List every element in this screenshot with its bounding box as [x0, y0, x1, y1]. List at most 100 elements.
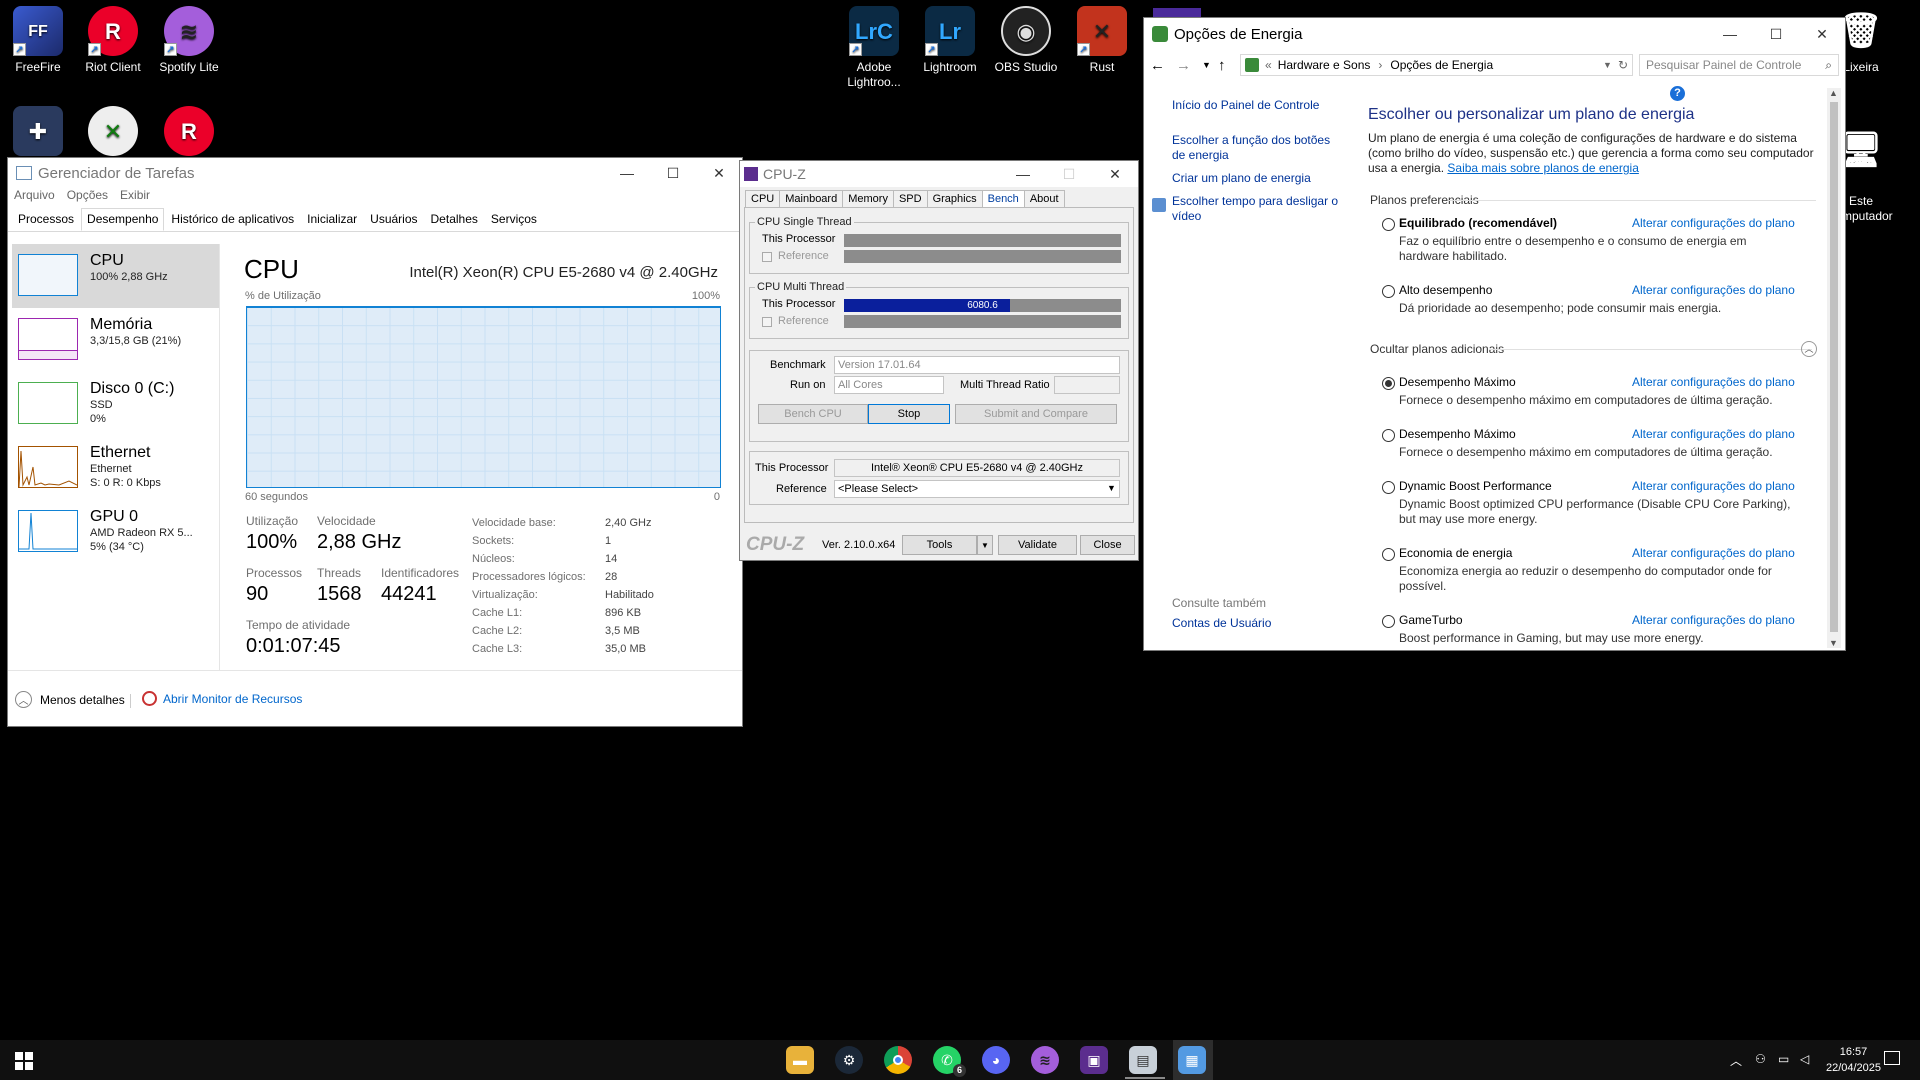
maximize-button[interactable]: ☐	[1046, 161, 1092, 187]
bench-cpu-button[interactable]: Bench CPU	[758, 404, 868, 424]
menu-item-arquivo[interactable]: Arquivo	[14, 188, 55, 206]
discord-icon[interactable]: ◕	[982, 1046, 1010, 1074]
reference-checkbox[interactable]	[762, 317, 772, 327]
scroll-down-icon[interactable]: ▼	[1829, 638, 1838, 648]
minimize-button[interactable]: —	[1707, 19, 1753, 49]
minimize-button[interactable]: —	[604, 158, 650, 188]
scrollbar-thumb[interactable]	[1830, 102, 1838, 632]
close-button[interactable]: ✕	[1092, 161, 1138, 187]
sidebar-item-ethernet[interactable]: Ethernet Ethernet S: 0 R: 0 Kbps	[12, 436, 220, 500]
run-on-select[interactable]: All Cores	[834, 376, 944, 394]
refresh-icon[interactable]: ↻	[1618, 58, 1628, 72]
change-plan-settings-link[interactable]: Alterar configurações do plano	[1632, 427, 1795, 441]
tab-spd[interactable]: SPD	[892, 190, 928, 207]
close-button[interactable]: Close	[1080, 535, 1135, 555]
change-plan-settings-link[interactable]: Alterar configurações do plano	[1632, 613, 1795, 627]
plan-radio[interactable]	[1382, 218, 1395, 231]
sidebar-item-disk[interactable]: Disco 0 (C:) SSD 0%	[12, 372, 220, 436]
reference-checkbox[interactable]	[762, 252, 772, 262]
tab-detalhes[interactable]: Detalhes	[425, 208, 484, 231]
menu-item-opcoes[interactable]: Opções	[67, 188, 108, 206]
validate-button[interactable]: Validate	[998, 535, 1077, 555]
tab-historico[interactable]: Histórico de aplicativos	[165, 208, 300, 231]
sidebar-item-gpu[interactable]: GPU 0 AMD Radeon RX 5... 5% (34 °C)	[12, 500, 220, 564]
stop-button[interactable]: Stop	[868, 404, 950, 424]
bluetooth-icon[interactable]: ⚇	[1755, 1052, 1766, 1066]
desktop-icon-riot[interactable]: R	[150, 106, 228, 160]
tools-button[interactable]: Tools	[902, 535, 977, 555]
left-link-home[interactable]: Início do Painel de Controle	[1172, 98, 1342, 113]
sidebar-item-cpu[interactable]: CPU 100% 2,88 GHz	[12, 244, 220, 308]
plan-radio[interactable]	[1382, 429, 1395, 442]
chevron-down-icon[interactable]: ▼	[1603, 60, 1612, 70]
plan-radio[interactable]	[1382, 285, 1395, 298]
forward-arrow-icon[interactable]: →	[1176, 57, 1202, 74]
address-bar[interactable]: « Hardware e Sons › Opções de Energia ▼ …	[1240, 54, 1633, 76]
breadcrumb-item[interactable]: Hardware e Sons	[1278, 58, 1371, 72]
network-icon[interactable]: ▭	[1778, 1052, 1789, 1066]
scrollbar[interactable]: ▲ ▼	[1827, 88, 1841, 648]
change-plan-settings-link[interactable]: Alterar configurações do plano	[1632, 546, 1795, 560]
chevron-up-icon[interactable]: ︿	[1801, 341, 1817, 357]
chevron-up-icon[interactable]: ︿	[1730, 1052, 1742, 1069]
user-accounts-link[interactable]: Contas de Usuário	[1172, 616, 1271, 630]
desktop-icon-riot-client[interactable]: R ↗ Riot Client	[74, 6, 152, 75]
desktop-icon-game[interactable]: ✚	[0, 106, 77, 160]
change-plan-settings-link[interactable]: Alterar configurações do plano	[1632, 375, 1795, 389]
plan-radio[interactable]	[1382, 615, 1395, 628]
desktop-icon-lightroom-classic[interactable]: LrC ↗ Adobe Lightroo...	[835, 6, 913, 90]
submit-compare-button[interactable]: Submit and Compare	[955, 404, 1117, 424]
tab-bench[interactable]: Bench	[981, 190, 1025, 207]
whatsapp-icon[interactable]: ✆ 6	[933, 1046, 966, 1077]
search-input[interactable]: Pesquisar Painel de Controle ⌕	[1639, 54, 1839, 76]
left-link-power-buttons[interactable]: Escolher a função dos botões de energia	[1172, 133, 1342, 163]
change-plan-settings-link[interactable]: Alterar configurações do plano	[1632, 216, 1795, 230]
change-plan-settings-link[interactable]: Alterar configurações do plano	[1632, 479, 1795, 493]
desktop-icon-lightroom[interactable]: Lr ↗ Lightroom	[911, 6, 989, 75]
tab-memory[interactable]: Memory	[842, 190, 894, 207]
scroll-up-icon[interactable]: ▲	[1829, 88, 1838, 98]
reference-select[interactable]: <Please Select>	[834, 480, 1120, 498]
tab-graphics[interactable]: Graphics	[926, 190, 983, 207]
chevron-down-icon[interactable]: ▼	[1202, 60, 1218, 70]
cpuz-icon[interactable]: ▣	[1080, 1046, 1108, 1074]
tab-servicos[interactable]: Serviços	[485, 208, 543, 231]
file-explorer-icon[interactable]: ▬	[786, 1046, 814, 1074]
plan-radio[interactable]	[1382, 377, 1395, 390]
volume-icon[interactable]: ◁	[1800, 1052, 1809, 1066]
back-arrow-icon[interactable]: ←	[1150, 57, 1176, 74]
desktop-icon-spotify-lite[interactable]: ≋ ↗ Spotify Lite	[150, 6, 228, 75]
desktop-icon-rust[interactable]: ✕ ↗ Rust	[1063, 6, 1141, 75]
fewer-details-button[interactable]: ︿ Menos detalhes	[15, 691, 125, 708]
sidebar-item-memory[interactable]: Memória 3,3/15,8 GB (21%)	[12, 308, 220, 372]
desktop-icon-obs-studio[interactable]: ◉ OBS Studio	[987, 6, 1065, 75]
left-link-display-off[interactable]: Escolher tempo para desligar o vídeo	[1172, 194, 1342, 224]
tab-about[interactable]: About	[1023, 190, 1065, 207]
desktop-icon-xbox[interactable]: ✕	[74, 106, 152, 160]
tab-inicializar[interactable]: Inicializar	[301, 208, 363, 231]
change-plan-settings-link[interactable]: Alterar configurações do plano	[1632, 283, 1795, 297]
clock[interactable]: 16:57 22/04/2025	[1816, 1044, 1891, 1076]
tools-dropdown-button[interactable]: ▼	[977, 535, 993, 555]
notification-icon[interactable]	[1884, 1051, 1900, 1065]
maximize-button[interactable]: ☐	[1753, 19, 1799, 49]
chrome-icon[interactable]	[884, 1046, 912, 1074]
start-button[interactable]	[15, 1052, 33, 1070]
help-icon[interactable]: ?	[1670, 86, 1685, 101]
tab-cpu[interactable]: CPU	[745, 190, 781, 207]
breadcrumb-item[interactable]: Opções de Energia	[1390, 58, 1493, 72]
plan-radio[interactable]	[1382, 481, 1395, 494]
close-button[interactable]: ✕	[696, 158, 742, 188]
close-button[interactable]: ✕	[1799, 19, 1845, 49]
steam-icon[interactable]: ⚙	[835, 1046, 863, 1074]
learn-more-link[interactable]: Saiba mais sobre planos de energia	[1447, 161, 1638, 175]
minimize-button[interactable]: —	[1000, 161, 1046, 187]
tab-processos[interactable]: Processos	[12, 208, 80, 231]
up-arrow-icon[interactable]: ↑	[1218, 57, 1240, 74]
task-manager-icon[interactable]: ▤	[1129, 1046, 1157, 1074]
spotify-icon[interactable]: ≋	[1031, 1046, 1059, 1074]
tab-mainboard[interactable]: Mainboard	[779, 190, 844, 207]
tab-desempenho[interactable]: Desempenho	[81, 208, 165, 231]
menu-item-exibir[interactable]: Exibir	[120, 188, 150, 206]
plan-radio[interactable]	[1382, 548, 1395, 561]
